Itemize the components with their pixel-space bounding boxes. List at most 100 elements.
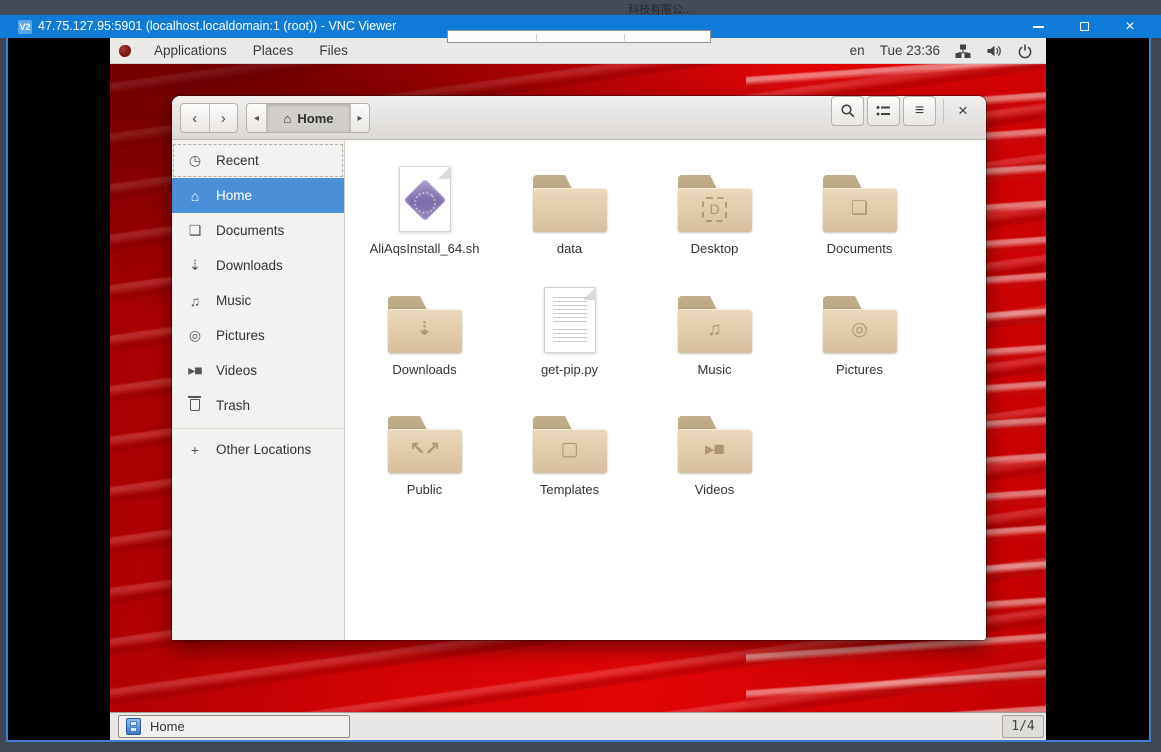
sidebar-label: Pictures	[216, 328, 265, 343]
sidebar-item-trash[interactable]: Trash	[172, 388, 344, 423]
host-desktop-strip: 科技有限公...	[0, 0, 1161, 15]
path-next-icon[interactable]: ▸	[350, 104, 369, 132]
vnc-window-title: 47.75.127.95:5901 (localhost.localdomain…	[38, 19, 396, 33]
menu-applications[interactable]: Applications	[141, 38, 240, 64]
path-bar: ◂ ⌂ Home ▸	[246, 103, 370, 133]
sidebar-label: Music	[216, 293, 251, 308]
location-button[interactable]: ⌂ Home	[266, 104, 350, 132]
menu-button[interactable]: ≡	[903, 96, 936, 126]
files-sidebar: ◷ Recent ⌂ Home ❏ Documents ⇣ Downloads …	[172, 140, 345, 640]
folder-data[interactable]: data	[497, 156, 642, 256]
sidebar-label: Trash	[216, 398, 250, 413]
shell-script-icon	[399, 166, 451, 232]
trash-icon	[187, 398, 203, 414]
menu-files[interactable]: Files	[306, 38, 361, 64]
file-grid[interactable]: AliAqsInstall_64.sh data D Desktop ❏ Doc…	[345, 140, 986, 640]
minimize-button[interactable]	[1015, 15, 1061, 38]
path-prev-icon[interactable]: ◂	[247, 104, 266, 132]
location-label: Home	[297, 111, 333, 126]
home-icon: ⌂	[284, 111, 292, 126]
minimize-icon	[1033, 26, 1044, 28]
file-name: AliAqsInstall_64.sh	[352, 241, 497, 256]
maximize-button[interactable]	[1061, 15, 1107, 38]
download-icon: ⇣	[187, 257, 203, 274]
home-icon: ⌂	[187, 188, 203, 204]
file-name: Public	[352, 482, 497, 497]
back-button[interactable]: ‹	[181, 104, 209, 132]
applications-menu-icon[interactable]	[119, 45, 131, 57]
text-file-icon	[544, 287, 596, 353]
forward-button[interactable]: ›	[209, 104, 238, 132]
folder-downloads-icon: ⇣	[388, 296, 462, 353]
volume-icon[interactable]	[986, 43, 1002, 59]
search-icon	[840, 103, 856, 119]
hamburger-icon: ≡	[915, 102, 924, 120]
file-name: Pictures	[787, 362, 932, 377]
folder-public[interactable]: ↖↗ Public	[352, 397, 497, 497]
power-icon[interactable]	[1017, 43, 1033, 59]
taskbar-home-button[interactable]: Home	[118, 715, 350, 738]
sidebar-item-pictures[interactable]: ◎ Pictures	[172, 318, 344, 353]
plus-icon: +	[187, 442, 203, 458]
recent-icon: ◷	[187, 152, 203, 169]
video-camera-icon: ▸■	[187, 362, 203, 379]
file-name: Desktop	[642, 241, 787, 256]
folder-videos[interactable]: ▸■ Videos	[642, 397, 787, 497]
file-name: Videos	[642, 482, 787, 497]
folder-desktop-icon: D	[678, 175, 752, 232]
file-manager-icon	[126, 718, 141, 735]
music-icon: ♫	[187, 293, 203, 309]
workspace-indicator-label: 1/4	[1011, 719, 1034, 734]
sidebar-item-recent[interactable]: ◷ Recent	[172, 143, 344, 178]
sidebar-item-other-locations[interactable]: + Other Locations	[172, 432, 344, 467]
sidebar-item-downloads[interactable]: ⇣ Downloads	[172, 248, 344, 283]
folder-documents[interactable]: ❏ Documents	[787, 156, 932, 256]
close-button[interactable]: ×	[1107, 15, 1153, 38]
view-toggle-button[interactable]	[867, 96, 900, 126]
camera-icon: ◎	[187, 327, 203, 344]
folder-templates[interactable]: ▢ Templates	[497, 397, 642, 497]
folder-pictures-icon: ◎	[823, 296, 897, 353]
remote-desktop: Applications Places Files en Tue 23:36	[110, 38, 1046, 740]
menu-places[interactable]: Places	[240, 38, 307, 64]
clock[interactable]: Tue 23:36	[880, 43, 940, 58]
sidebar-label: Other Locations	[216, 442, 311, 457]
keyboard-layout-indicator[interactable]: en	[850, 43, 865, 58]
file-name: data	[497, 241, 642, 256]
folder-icon	[533, 175, 607, 232]
sidebar-item-home[interactable]: ⌂ Home	[172, 178, 344, 213]
workspace-indicator[interactable]: 1/4	[1002, 715, 1044, 738]
gnome-status-area: en Tue 23:36	[850, 43, 1046, 59]
vnc-display-area: Applications Places Files en Tue 23:36	[6, 38, 1151, 742]
network-icon[interactable]	[955, 43, 971, 59]
folder-videos-icon: ▸■	[678, 416, 752, 473]
folder-downloads[interactable]: ⇣ Downloads	[352, 277, 497, 377]
folder-music[interactable]: ♫ Music	[642, 277, 787, 377]
sidebar-item-music[interactable]: ♫ Music	[172, 283, 344, 318]
files-close-button[interactable]: ×	[948, 98, 978, 124]
folder-public-icon: ↖↗	[388, 416, 462, 473]
file-name: Downloads	[352, 362, 497, 377]
toolbar-separator	[943, 99, 944, 123]
search-button[interactable]	[831, 96, 864, 126]
vnc-logo-icon: V2	[18, 20, 32, 34]
list-view-icon	[876, 104, 891, 118]
maximize-icon	[1080, 22, 1089, 31]
files-toolbar: ‹ › ◂ ⌂ Home ▸ ≡	[172, 96, 986, 140]
file-get-pip[interactable]: get-pip.py	[497, 277, 642, 377]
vnc-toolbar-peek[interactable]	[447, 30, 711, 43]
document-icon: ❏	[187, 222, 203, 239]
file-name: Documents	[787, 241, 932, 256]
sidebar-item-videos[interactable]: ▸■ Videos	[172, 353, 344, 388]
file-name: get-pip.py	[497, 362, 642, 377]
folder-pictures[interactable]: ◎ Pictures	[787, 277, 932, 377]
files-close-icon: ×	[958, 101, 968, 121]
sidebar-separator	[172, 428, 344, 429]
window-controls: ×	[1015, 15, 1153, 38]
close-icon: ×	[1125, 19, 1134, 35]
file-aliaqsinstall[interactable]: AliAqsInstall_64.sh	[352, 156, 497, 256]
gnome-menus: Applications Places Files	[110, 38, 361, 64]
folder-desktop[interactable]: D Desktop	[642, 156, 787, 256]
sidebar-item-documents[interactable]: ❏ Documents	[172, 213, 344, 248]
nav-buttons: ‹ ›	[180, 103, 238, 133]
